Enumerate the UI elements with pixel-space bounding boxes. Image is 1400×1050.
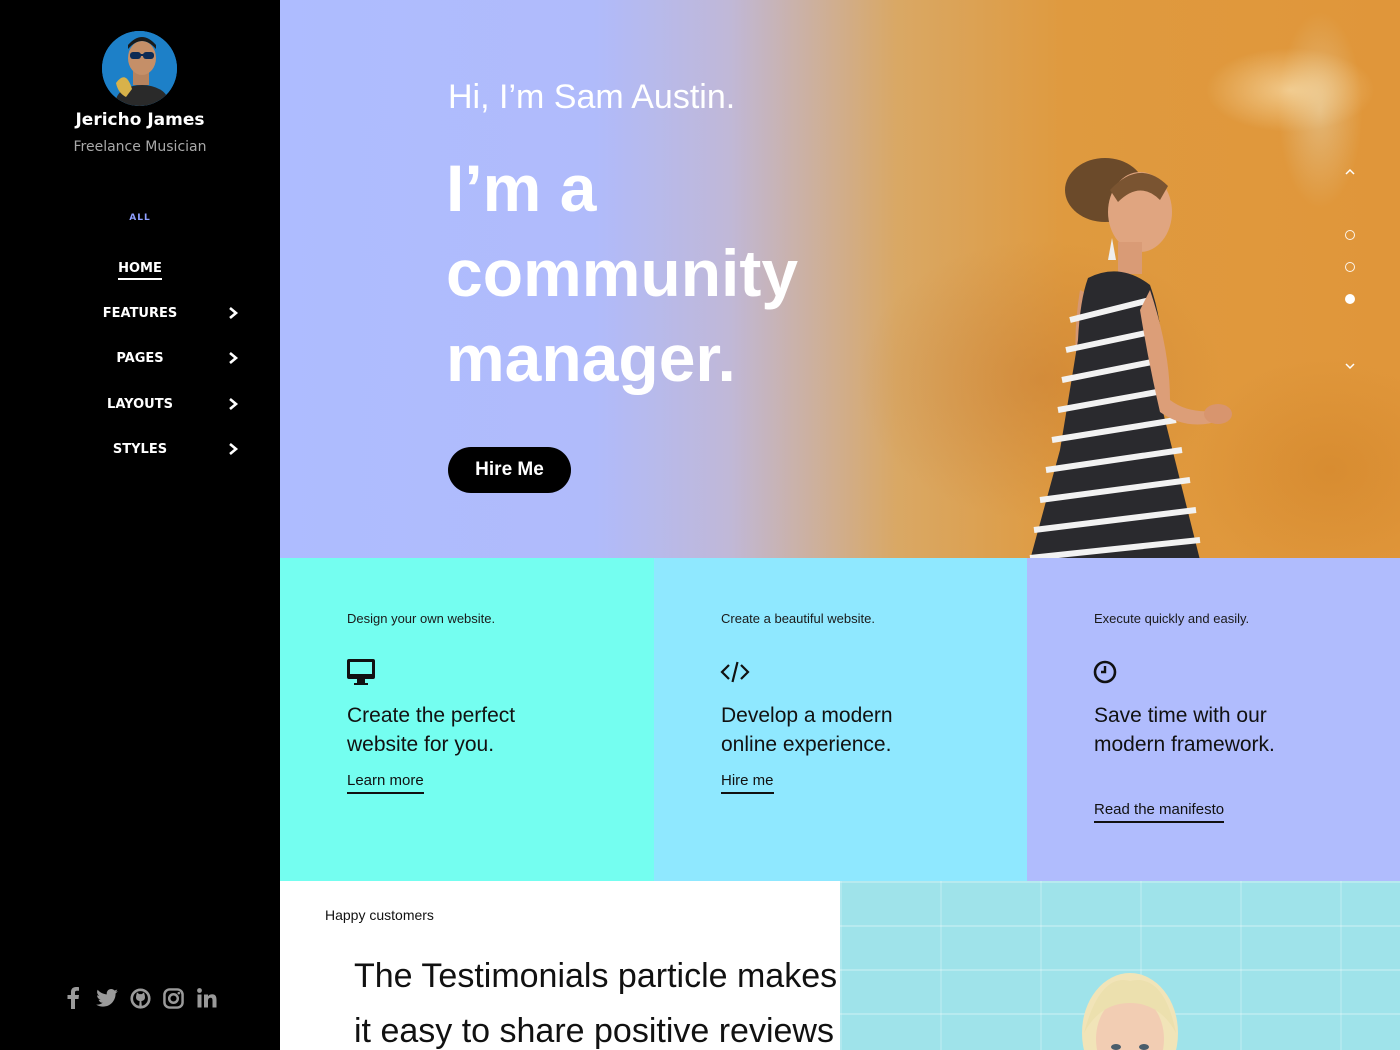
chevron-up-icon[interactable] bbox=[1344, 166, 1356, 178]
monitor-icon bbox=[347, 659, 375, 685]
testimonials-line: The Testimonials particle makes bbox=[354, 957, 838, 995]
testimonials-line: it easy to share positive reviews bbox=[354, 1012, 834, 1050]
card-kicker: Design your own website. bbox=[347, 611, 496, 626]
card-heading: Create the perfect website for you. bbox=[347, 704, 516, 756]
avatar-portrait-icon bbox=[102, 31, 177, 106]
twitter-icon[interactable] bbox=[94, 985, 120, 1011]
card-heading: Save time with our modern framework. bbox=[1094, 704, 1275, 756]
social-links bbox=[60, 984, 220, 1012]
avatar[interactable] bbox=[102, 31, 177, 106]
nav-item-pages[interactable]: PAGES bbox=[0, 343, 280, 373]
hero-greeting: Hi, I’m Sam Austin. bbox=[448, 78, 736, 116]
nav-filter-all[interactable]: ALL bbox=[0, 213, 280, 223]
github-icon[interactable] bbox=[127, 985, 153, 1011]
nav-item-label: FEATURES bbox=[102, 305, 178, 321]
hero-woman-image bbox=[1029, 158, 1232, 558]
code-icon bbox=[720, 661, 750, 683]
clock-icon bbox=[1093, 660, 1117, 684]
chevron-right-icon[interactable] bbox=[226, 306, 240, 320]
testimonial-woman-image bbox=[1082, 973, 1178, 1050]
chevron-right-icon[interactable] bbox=[226, 351, 240, 365]
feature-card-develop: Create a beautiful website. Develop a mo… bbox=[654, 558, 1027, 881]
hero-title-line: manager. bbox=[446, 321, 736, 395]
nav-item-label: HOME bbox=[118, 260, 162, 280]
hero-section: Hi, I’m Sam Austin. I’m a community mana… bbox=[280, 0, 1400, 558]
slide-pagination bbox=[1342, 162, 1358, 377]
testimonials-headline: The Testimonials particle makes it easy … bbox=[354, 949, 914, 1050]
hero-title: I’m a community manager. bbox=[446, 146, 886, 401]
linkedin-icon[interactable] bbox=[194, 985, 220, 1011]
card-heading: Develop a modern online experience. bbox=[721, 704, 893, 756]
chevron-down-icon[interactable] bbox=[1344, 360, 1356, 372]
nav-item-label: PAGES bbox=[116, 350, 164, 366]
nav-item-label: LAYOUTS bbox=[107, 396, 173, 412]
chevron-right-icon[interactable] bbox=[226, 442, 240, 456]
nav-item-styles[interactable]: STYLES bbox=[0, 434, 280, 464]
sidebar: Jericho James Freelance Musician ALL HOM… bbox=[0, 0, 280, 1050]
nav-item-features[interactable]: FEATURES bbox=[0, 298, 280, 328]
testimonials-kicker: Happy customers bbox=[325, 907, 434, 923]
facebook-icon[interactable] bbox=[60, 985, 86, 1011]
profile-name: Jericho James bbox=[75, 110, 205, 130]
profile-role: Freelance Musician bbox=[73, 139, 207, 155]
nav-item-home[interactable]: HOME bbox=[0, 253, 280, 283]
nav-item-label: STYLES bbox=[112, 441, 168, 457]
card-kicker: Create a beautiful website. bbox=[721, 611, 875, 626]
chevron-right-icon[interactable] bbox=[226, 397, 240, 411]
hero-title-line: community bbox=[446, 236, 799, 310]
card-kicker: Execute quickly and easily. bbox=[1094, 611, 1250, 626]
slide-dot-2[interactable] bbox=[1345, 262, 1355, 272]
read-manifesto-link[interactable]: Read the manifesto bbox=[1094, 801, 1225, 823]
feature-card-design: Design your own website. Create the perf… bbox=[280, 558, 654, 881]
testimonials-section: Happy customers The Testimonials particl… bbox=[280, 881, 1400, 1050]
hire-me-link[interactable]: Hire me bbox=[721, 772, 774, 794]
instagram-icon[interactable] bbox=[161, 985, 187, 1011]
testimonial-photo bbox=[840, 881, 1400, 1050]
hire-me-button[interactable]: Hire Me bbox=[448, 447, 571, 493]
slide-dot-3[interactable] bbox=[1345, 294, 1355, 304]
feature-card-framework: Execute quickly and easily. Save time wi… bbox=[1027, 558, 1400, 881]
hero-title-line: I’m a bbox=[446, 151, 597, 225]
slide-dot-1[interactable] bbox=[1345, 230, 1355, 240]
nav-item-layouts[interactable]: LAYOUTS bbox=[0, 389, 280, 419]
learn-more-link[interactable]: Learn more bbox=[347, 772, 424, 794]
